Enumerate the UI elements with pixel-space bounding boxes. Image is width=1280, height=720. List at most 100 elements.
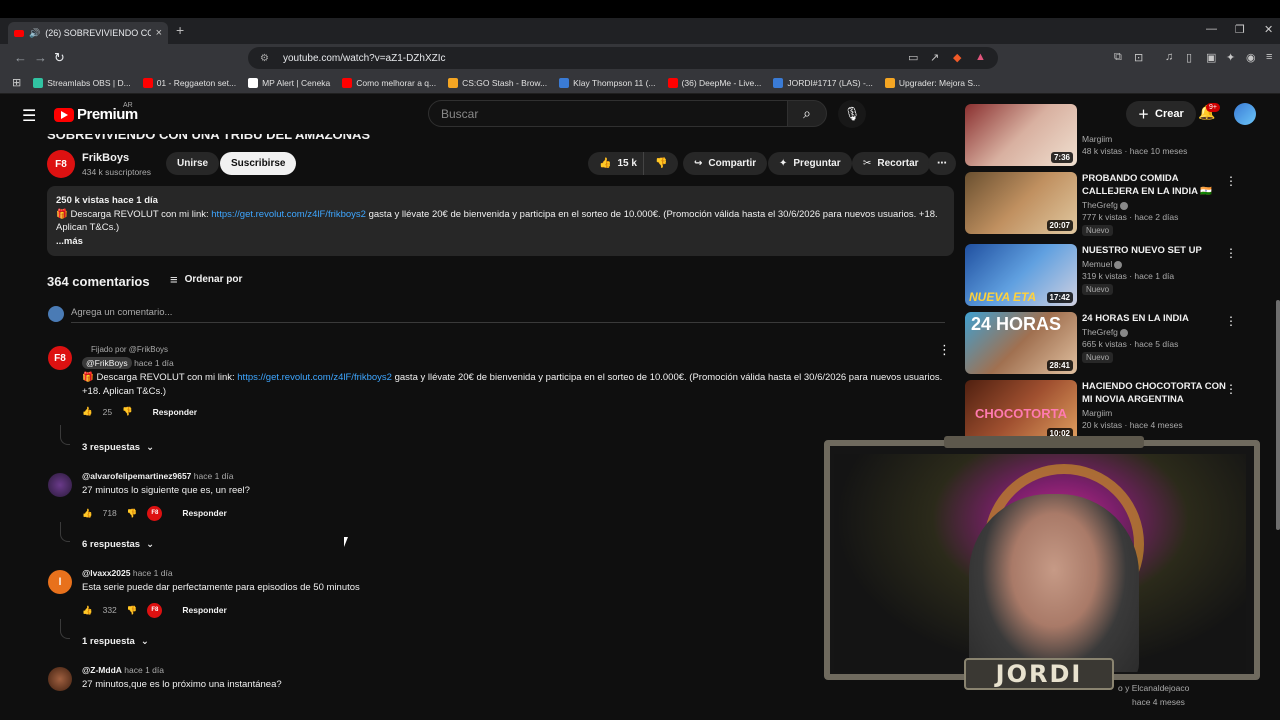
apps-grid-icon[interactable]: ⊞ (12, 76, 21, 89)
youtube-premium-logo[interactable]: Premium AR (54, 102, 138, 123)
more-actions-button[interactable]: ⋯ (928, 152, 956, 175)
comment-avatar[interactable] (48, 667, 72, 691)
comment-avatar[interactable]: F8 (48, 346, 72, 370)
channel-avatar[interactable]: F8 (47, 150, 75, 178)
brave-shield-icon[interactable]: ◆ (953, 51, 961, 64)
thumbs-down-icon: 👎 (655, 158, 668, 169)
subscribe-button[interactable]: Suscribirse (220, 152, 297, 175)
menu-icon[interactable]: ≡ (1266, 51, 1272, 63)
leo-icon[interactable]: ✦ (1226, 51, 1235, 64)
recommended-channel[interactable]: Margiim (1082, 134, 1232, 144)
screenshot-icon[interactable]: ⊡ (1134, 51, 1143, 64)
recommended-channel[interactable]: TheGrefg (1082, 200, 1232, 210)
search-button[interactable]: ⌕ (787, 100, 827, 127)
channel-name[interactable]: FrikBoys (82, 152, 129, 164)
recommended-video[interactable]: 7:36 Margiim 48 k vistas · hace 10 meses (965, 104, 1265, 168)
recommended-title[interactable]: PROBANDO COMIDA CALLEJERA EN LA INDIA 🇮🇳 (1082, 172, 1232, 198)
bookmark-item[interactable]: (36) DeepMe - Live... (667, 77, 761, 88)
ask-button[interactable]: ✦ Preguntar (768, 152, 852, 175)
search-input[interactable]: Buscar (428, 100, 788, 127)
page-scrollbar[interactable] (1276, 300, 1280, 530)
browser-tab[interactable]: 🔊 (26) SOBREVIVIENDO CON UNA × (8, 22, 168, 44)
comment-avatar[interactable]: l (48, 570, 72, 594)
video-thumbnail[interactable]: CHOCOTORTA 10:02 (965, 380, 1077, 442)
add-comment-input[interactable]: Agrega un comentario... (71, 307, 172, 318)
join-button[interactable]: Unirse (166, 152, 220, 175)
bookmark-item[interactable]: JORDI#1717 (LAS) -... (773, 77, 873, 88)
comment-link[interactable]: https://get.revolut.com/z4lF/frikboys2 (237, 372, 392, 383)
recommended-title[interactable]: HACIENDO CHOCOTORTA CON MI NOVIA ARGENTI… (1082, 380, 1232, 406)
comment-author[interactable]: @alvarofelipemartinez9657 (82, 471, 191, 481)
video-thumbnail[interactable]: 20:07 (965, 172, 1077, 234)
like-comment-icon[interactable]: 👍 (82, 508, 93, 519)
show-more-link[interactable]: ...más (56, 235, 945, 249)
video-menu-icon[interactable]: ⋮ (1225, 314, 1237, 328)
sidebar-icon[interactable]: ▯ (1186, 51, 1192, 64)
like-comment-icon[interactable]: 👍 (82, 406, 93, 417)
video-thumbnail[interactable]: NUEVA ETA 17:42 (965, 244, 1077, 306)
like-comment-icon[interactable]: 👍 (82, 605, 93, 616)
video-menu-icon[interactable]: ⋮ (1225, 174, 1237, 188)
recommended-video[interactable]: 20:07 PROBANDO COMIDA CALLEJERA EN LA IN… (965, 172, 1265, 236)
video-menu-icon[interactable]: ⋮ (1225, 382, 1237, 396)
description-box[interactable]: 250 k vistas hace 1 día 🎁 Descarga REVOL… (47, 186, 954, 256)
comment-author[interactable]: @Z-MddA (82, 665, 122, 675)
video-menu-icon[interactable]: ⋮ (1225, 246, 1237, 260)
recommended-title[interactable]: NUESTRO NUEVO SET UP (1082, 244, 1232, 257)
dislike-button[interactable]: 👎 (643, 152, 679, 175)
media-icon[interactable]: ♫ (1165, 51, 1173, 63)
site-info-icon[interactable]: ⚙ (260, 53, 269, 64)
dislike-comment-icon[interactable]: 👎 (122, 406, 133, 417)
comment-avatar[interactable] (48, 473, 72, 497)
cast-icon[interactable]: ▭ (908, 51, 918, 64)
recommended-video[interactable]: 24 HORAS 28:41 24 HORAS EN LA INDIA TheG… (965, 312, 1265, 376)
forward-icon[interactable]: → (34, 50, 47, 65)
bookmark-item[interactable]: Como melhorar a q... (342, 77, 436, 88)
reply-button[interactable]: Responder (182, 508, 226, 518)
recommended-channel[interactable]: TheGrefg (1082, 327, 1232, 337)
comment-menu-icon[interactable]: ⋮ (938, 342, 951, 358)
dislike-comment-icon[interactable]: 👎 (127, 508, 138, 519)
replies-toggle[interactable]: 1 respuesta ⌄ (82, 636, 149, 647)
bookmark-item[interactable]: Klay Thompson 11 (... (559, 77, 656, 88)
like-button[interactable]: 👍 15 k (588, 152, 645, 175)
tab-close-icon[interactable]: × (156, 27, 162, 39)
vpn-icon[interactable]: ◉ (1246, 51, 1256, 64)
reload-icon[interactable]: ↻ (54, 50, 65, 66)
minimize-icon[interactable]: — (1206, 23, 1217, 35)
sort-comments-button[interactable]: ≡ Ordenar por (170, 272, 242, 287)
address-bar[interactable]: ⚙ youtube.com/watch?v=aZ1-DZhXZIc (248, 47, 998, 69)
reply-button[interactable]: Responder (153, 407, 197, 417)
back-icon[interactable]: ← (14, 50, 27, 65)
bookmark-item[interactable]: Upgrader: Mejora S... (884, 77, 980, 88)
recommended-video[interactable]: NUEVA ETA 17:42 NUESTRO NUEVO SET UP Mem… (965, 244, 1265, 308)
recommended-title[interactable]: 24 HORAS EN LA INDIA (1082, 312, 1232, 325)
comment-author[interactable]: @FrikBoys (82, 357, 132, 369)
recommended-video[interactable]: CHOCOTORTA 10:02 HACIENDO CHOCOTORTA CON… (965, 380, 1265, 444)
bookmark-item[interactable]: MP Alert | Ceneka (248, 77, 330, 88)
reply-button[interactable]: Responder (182, 605, 226, 615)
voice-search-button[interactable]: 🎙 (838, 100, 866, 128)
replies-toggle[interactable]: 3 respuestas ⌄ (82, 442, 154, 453)
dislike-comment-icon[interactable]: 👎 (127, 605, 138, 616)
recommended-channel[interactable]: Memuel (1082, 259, 1232, 269)
extensions-icon[interactable]: ⧉ (1114, 51, 1122, 64)
revolut-link[interactable]: https://get.revolut.com/z4lF/frikboys2 (211, 209, 366, 220)
comment-author[interactable]: @lvaxx2025 (82, 568, 130, 578)
wallet-icon[interactable]: ▣ (1206, 51, 1216, 64)
clip-button[interactable]: ✂ Recortar (852, 152, 930, 175)
hamburger-menu-icon[interactable]: ☰ (22, 106, 36, 126)
video-thumbnail[interactable]: 7:36 (965, 104, 1077, 166)
maximize-icon[interactable]: ❐ (1235, 23, 1245, 36)
new-tab-button[interactable]: + (176, 22, 184, 38)
close-window-icon[interactable]: ✕ (1264, 23, 1273, 36)
bookmark-item[interactable]: Streamlabs OBS | D... (33, 77, 131, 88)
replies-toggle[interactable]: 6 respuestas ⌄ (82, 539, 154, 550)
rewards-icon[interactable]: ▲ (975, 51, 986, 63)
share-page-icon[interactable]: ↗ (930, 51, 939, 64)
video-thumbnail[interactable]: 24 HORAS 28:41 (965, 312, 1077, 374)
bookmark-item[interactable]: 01 - Reggaeton set... (142, 77, 236, 88)
bookmark-item[interactable]: CS:GO Stash - Brow... (448, 77, 547, 88)
recommended-channel[interactable]: Margiim (1082, 408, 1232, 418)
share-button[interactable]: ↪ Compartir (683, 152, 768, 175)
